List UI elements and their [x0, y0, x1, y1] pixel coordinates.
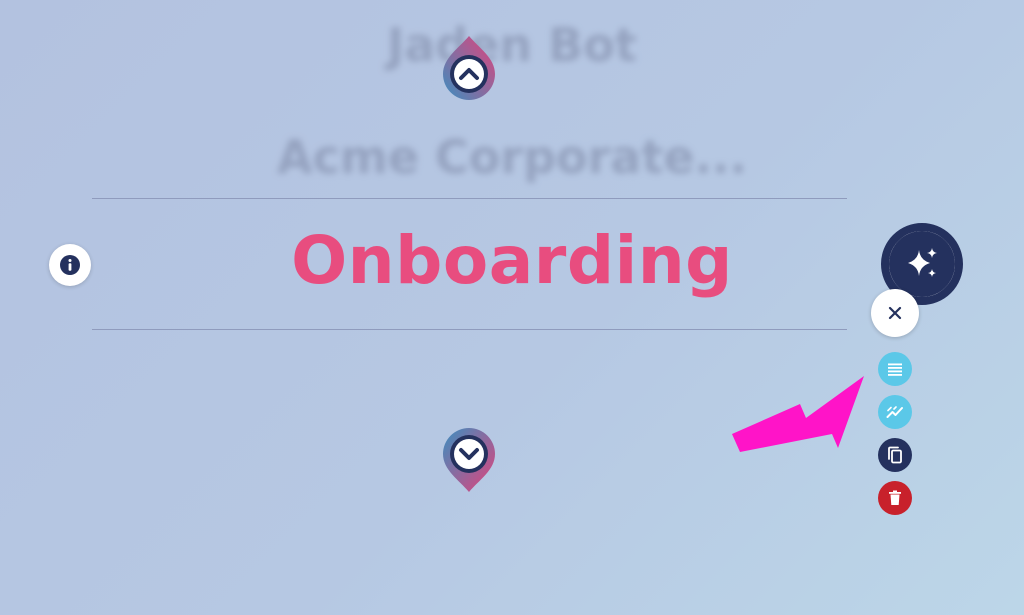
analytics-icon — [886, 406, 903, 418]
copy-icon — [888, 446, 902, 464]
info-icon — [60, 255, 80, 275]
sparkles-icon — [908, 248, 937, 277]
list-button[interactable] — [878, 352, 912, 386]
arrow-annotation — [732, 376, 864, 452]
page-title: Onboarding — [291, 222, 733, 299]
list-icon — [888, 363, 902, 376]
chevron-down-pin-icon[interactable] — [441, 424, 497, 494]
copy-button[interactable] — [878, 438, 912, 472]
close-icon — [888, 306, 902, 320]
chevron-down-pin-svg — [443, 428, 495, 492]
divider-bottom — [92, 329, 847, 330]
analytics-button[interactable] — [878, 395, 912, 429]
bot-name: Jaden Bot — [387, 18, 637, 72]
chevron-up-pin-svg — [443, 36, 495, 100]
info-button[interactable] — [49, 244, 91, 286]
chevron-up-pin-icon[interactable] — [441, 34, 497, 104]
ai-button-inner — [889, 231, 955, 297]
close-button[interactable] — [871, 289, 919, 337]
company-name: Acme Corporate... — [277, 130, 747, 184]
trash-icon — [889, 490, 901, 505]
divider-top — [92, 198, 847, 199]
delete-button[interactable] — [878, 481, 912, 515]
